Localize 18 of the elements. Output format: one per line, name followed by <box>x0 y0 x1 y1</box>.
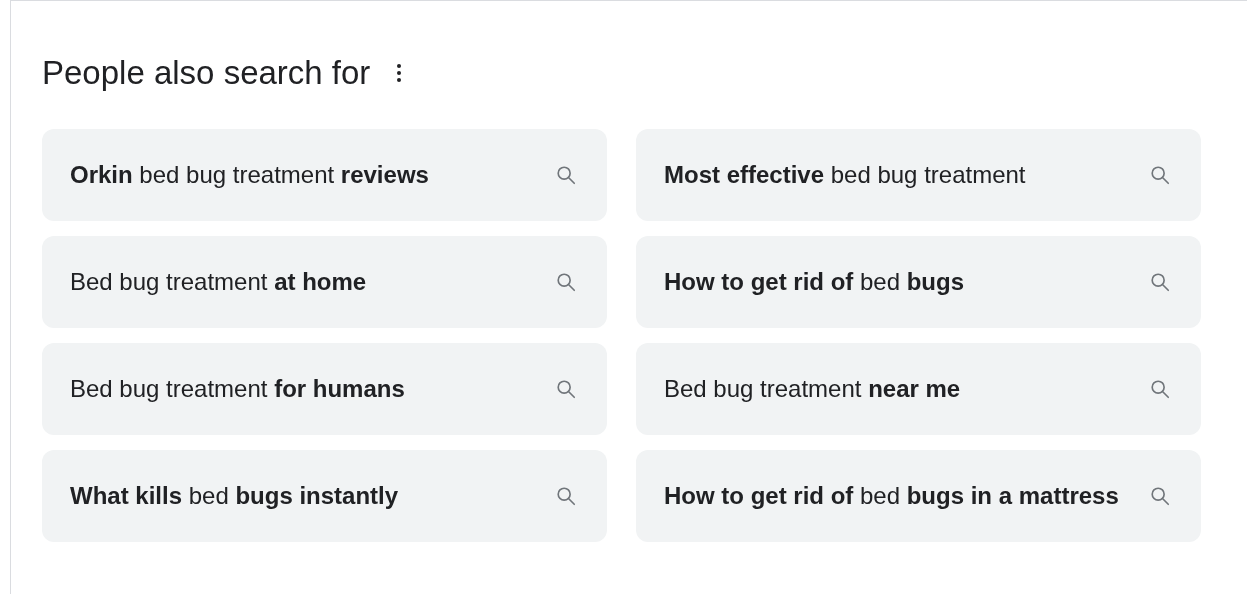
search-icon <box>555 485 577 507</box>
search-suggestion[interactable]: Orkin bed bug treatment reviews <box>42 129 607 221</box>
search-suggestion[interactable]: Bed bug treatment for humans <box>42 343 607 435</box>
search-icon <box>1149 378 1171 400</box>
search-suggestion[interactable]: Bed bug treatment near me <box>636 343 1201 435</box>
search-suggestion[interactable]: Most effective bed bug treatment <box>636 129 1201 221</box>
more-options-icon[interactable] <box>396 63 403 83</box>
search-icon <box>555 378 577 400</box>
section-title: People also search for <box>42 53 371 93</box>
search-suggestion[interactable]: How to get rid of bed bugs <box>636 236 1201 328</box>
search-suggestion[interactable]: What kills bed bugs instantly <box>42 450 607 542</box>
search-icon <box>555 271 577 293</box>
search-suggestion[interactable]: How to get rid of bed bugs in a mattress <box>636 450 1201 542</box>
search-icon <box>555 164 577 186</box>
search-suggestion[interactable]: Bed bug treatment at home <box>42 236 607 328</box>
search-icon <box>1149 164 1171 186</box>
search-icon <box>1149 485 1171 507</box>
search-icon <box>1149 271 1171 293</box>
